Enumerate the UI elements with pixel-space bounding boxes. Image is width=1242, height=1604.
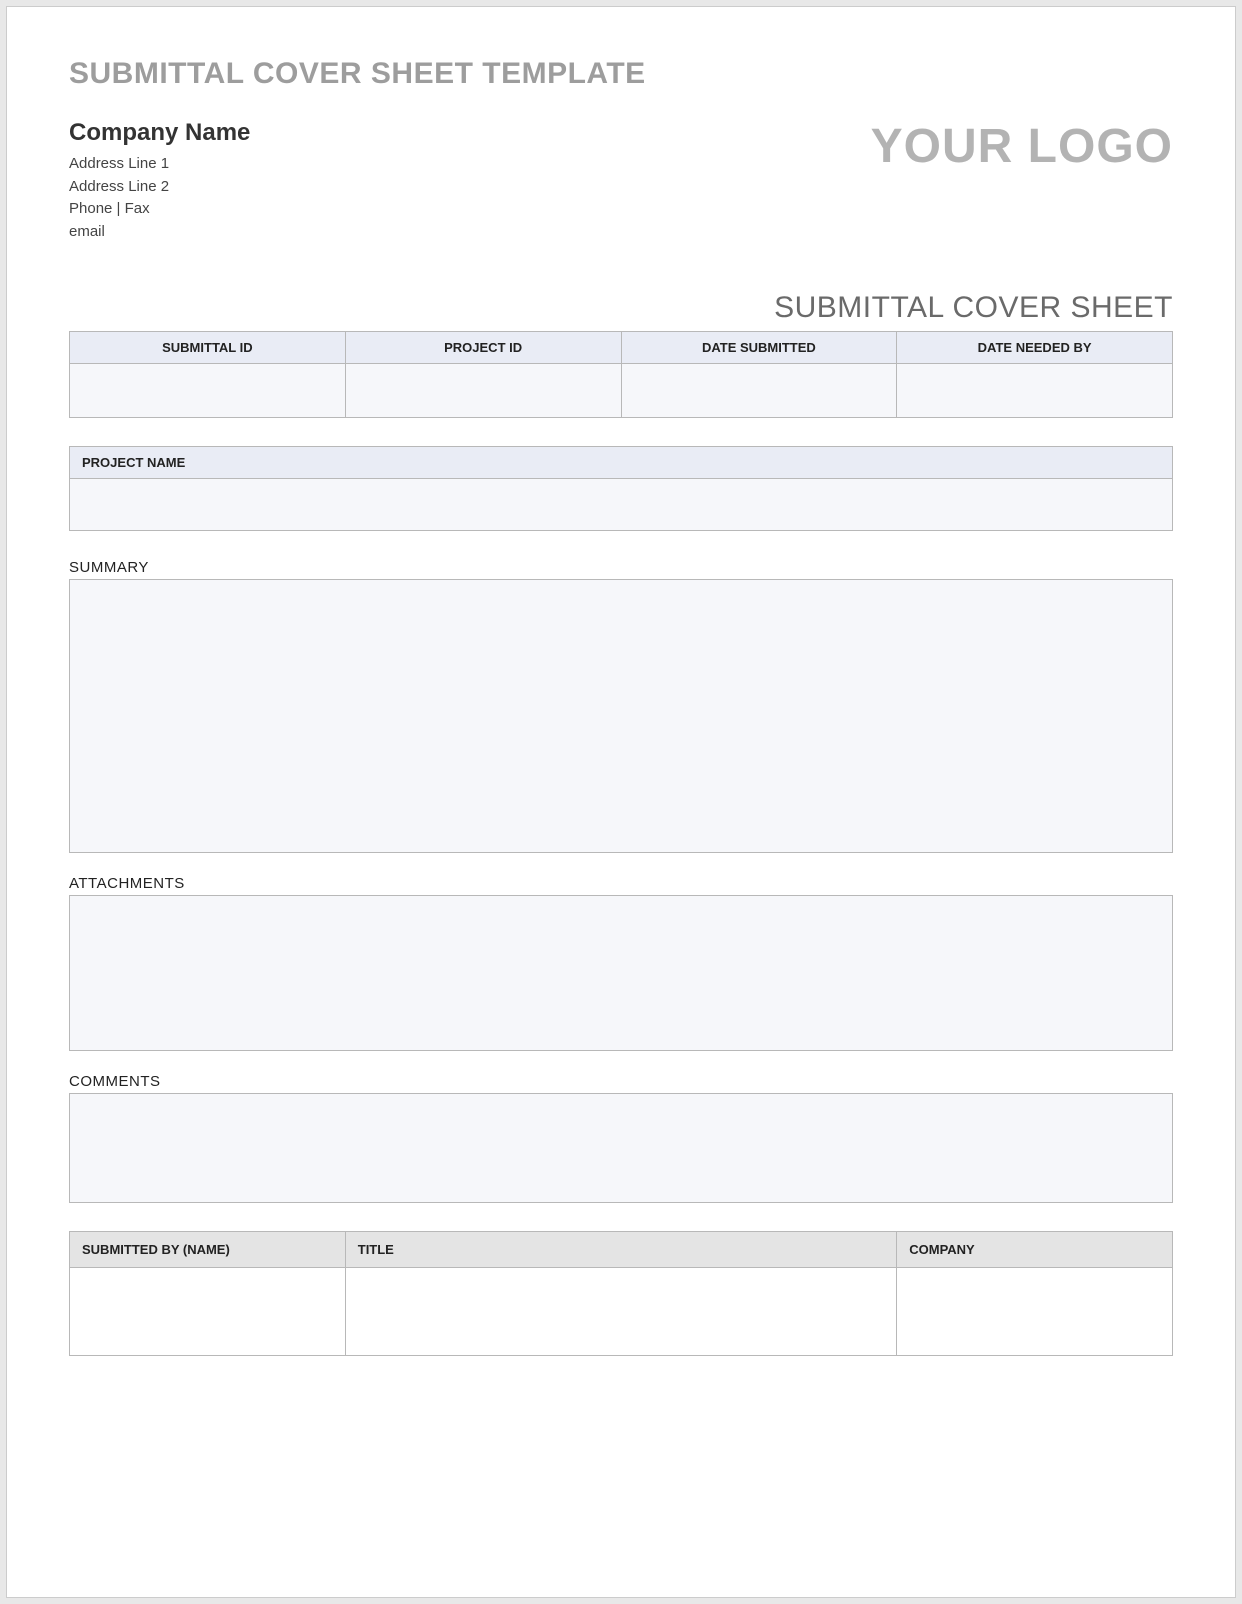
footer-table: SUBMITTED BY (NAME) TITLE COMPANY	[69, 1231, 1173, 1356]
company-address-2: Address Line 2	[69, 176, 250, 199]
footer-value-submitted-by[interactable]	[70, 1268, 346, 1356]
company-phone-fax: Phone | Fax	[69, 198, 250, 221]
attachments-label: ATTACHMENTS	[69, 875, 1173, 892]
ids-header-date-submitted: DATE SUBMITTED	[621, 332, 897, 364]
ids-header-date-needed: DATE NEEDED BY	[897, 332, 1173, 364]
footer-value-company[interactable]	[897, 1268, 1173, 1356]
logo-placeholder: YOUR LOGO	[871, 119, 1173, 174]
project-name-label: PROJECT NAME	[70, 447, 1173, 479]
summary-label: SUMMARY	[69, 559, 1173, 576]
summary-field[interactable]	[69, 579, 1173, 853]
ids-value-project-id[interactable]	[345, 364, 621, 418]
company-block: Company Name Address Line 1 Address Line…	[69, 119, 250, 243]
company-email: email	[69, 221, 250, 244]
ids-header-project-id: PROJECT ID	[345, 332, 621, 364]
footer-header-company: COMPANY	[897, 1232, 1173, 1268]
footer-value-title[interactable]	[345, 1268, 897, 1356]
company-address-1: Address Line 1	[69, 153, 250, 176]
comments-label: COMMENTS	[69, 1073, 1173, 1090]
footer-header-title: TITLE	[345, 1232, 897, 1268]
attachments-field[interactable]	[69, 895, 1173, 1051]
project-name-value[interactable]	[70, 479, 1173, 531]
page-container: SUBMITTAL COVER SHEET TEMPLATE Company N…	[6, 6, 1236, 1598]
template-title: SUBMITTAL COVER SHEET TEMPLATE	[69, 57, 1173, 91]
footer-header-submitted-by: SUBMITTED BY (NAME)	[70, 1232, 346, 1268]
form-title: SUBMITTAL COVER SHEET	[69, 291, 1173, 325]
project-name-table: PROJECT NAME	[69, 446, 1173, 531]
comments-field[interactable]	[69, 1093, 1173, 1203]
ids-value-submittal-id[interactable]	[70, 364, 346, 418]
company-name: Company Name	[69, 119, 250, 147]
ids-header-submittal-id: SUBMITTAL ID	[70, 332, 346, 364]
ids-table: SUBMITTAL ID PROJECT ID DATE SUBMITTED D…	[69, 331, 1173, 418]
header-row: Company Name Address Line 1 Address Line…	[69, 119, 1173, 243]
ids-value-date-submitted[interactable]	[621, 364, 897, 418]
ids-value-date-needed[interactable]	[897, 364, 1173, 418]
